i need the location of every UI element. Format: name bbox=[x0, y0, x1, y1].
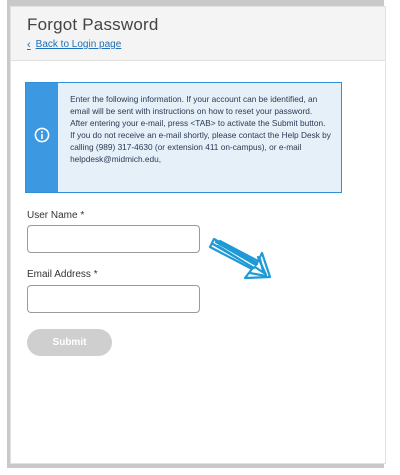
username-input[interactable] bbox=[27, 225, 200, 253]
back-to-login-label: Back to Login page bbox=[35, 39, 122, 50]
username-label: User Name * bbox=[27, 210, 85, 221]
pointer-arrow-icon bbox=[200, 223, 272, 285]
info-box: Enter the following information. If your… bbox=[25, 82, 342, 193]
back-to-login-link[interactable]: ‹ Back to Login page bbox=[27, 39, 121, 50]
info-sidebar bbox=[26, 83, 59, 192]
forgot-password-page: Forgot Password ‹ Back to Login page Ent… bbox=[10, 6, 386, 464]
page-header: Forgot Password ‹ Back to Login page bbox=[11, 7, 385, 61]
email-label: Email Address * bbox=[27, 269, 98, 280]
submit-button[interactable]: Submit bbox=[27, 329, 112, 356]
page-title: Forgot Password bbox=[27, 15, 159, 34]
info-message: Enter the following information. If your… bbox=[70, 94, 331, 164]
chevron-left-icon: ‹ bbox=[27, 38, 31, 51]
info-icon bbox=[34, 127, 50, 148]
email-input[interactable] bbox=[27, 285, 200, 313]
